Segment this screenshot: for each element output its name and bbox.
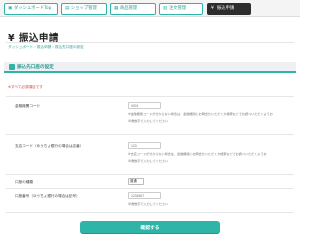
- tab-product-management[interactable]: ▦ 商品管理: [110, 3, 156, 15]
- tab-dashboard[interactable]: ▣ ダッシュボードTop: [4, 3, 58, 15]
- section-marker-icon: [9, 64, 15, 70]
- account-number-hint: 半角数字で入力してください: [128, 202, 169, 206]
- tab-label: ショップ管理: [71, 6, 97, 11]
- form-row-bank-code: 金融機関コード ※金融機関コードが分からない場合は、金融機関にお問合せいただくか…: [6, 96, 294, 134]
- top-navigation: ▣ ダッシュボードTop ▤ ショップ管理 ▦ 商品管理 ▥ 注文管理 ¥ 振込…: [0, 0, 300, 17]
- form-divider: [6, 212, 294, 213]
- section-header: 振込先口座の設定: [4, 62, 296, 73]
- branch-code-hint: 半角数字で入力してください: [128, 159, 169, 163]
- bank-code-input[interactable]: [128, 102, 161, 109]
- account-type-selected: 普通: [130, 179, 137, 183]
- bank-code-label: 金融機関コード: [15, 104, 41, 108]
- account-number-label: 口座番号（ゆうちょ銀行の場合は記号）: [15, 194, 80, 198]
- tab-transfer-request[interactable]: ¥ 振込申請: [207, 3, 251, 15]
- form-row-account-type: 口座の種類 普通: [6, 174, 294, 188]
- account-type-select[interactable]: 普通: [128, 178, 144, 185]
- required-note: ※すべて必須項目です: [8, 85, 43, 89]
- form-row-account-number: 口座番号（ゆうちょ銀行の場合は記号） 半角数字で入力してください: [6, 188, 294, 212]
- tab-order-management[interactable]: ▥ 注文管理: [159, 3, 203, 15]
- account-number-input[interactable]: [128, 192, 161, 199]
- title-divider: [6, 42, 294, 43]
- tab-shop-management[interactable]: ▤ ショップ管理: [61, 3, 107, 15]
- branch-code-description: ※支店コードが分からない場合は、金融機関にお問合せいただくか検索などでお調べいた…: [128, 152, 267, 156]
- tab-label: 商品管理: [120, 6, 138, 11]
- account-type-label: 口座の種類: [15, 180, 33, 184]
- tab-label: 振込申請: [217, 6, 235, 11]
- tab-label: ダッシュボードTop: [14, 6, 52, 11]
- breadcrumb[interactable]: ダッシュボード › 振込申請 › 振込先口座の設定: [8, 45, 84, 50]
- branch-code-label: 支店コード（ゆうちょ銀行の場合は店番）: [15, 144, 84, 148]
- bank-code-hint: 半角数字で入力してください: [128, 119, 169, 123]
- form-row-branch-code: 支店コード（ゆうちょ銀行の場合は店番） ※支店コードが分からない場合は、金融機関…: [6, 134, 294, 174]
- confirm-button[interactable]: 確認する: [80, 221, 220, 233]
- bank-code-description: ※金融機関コードが分からない場合は、金融機関にお問合せいただくか検索などでお調べ…: [128, 112, 273, 116]
- section-title: 振込先口座の設定: [17, 65, 54, 70]
- branch-code-input[interactable]: [128, 142, 161, 149]
- tab-label: 注文管理: [169, 6, 187, 11]
